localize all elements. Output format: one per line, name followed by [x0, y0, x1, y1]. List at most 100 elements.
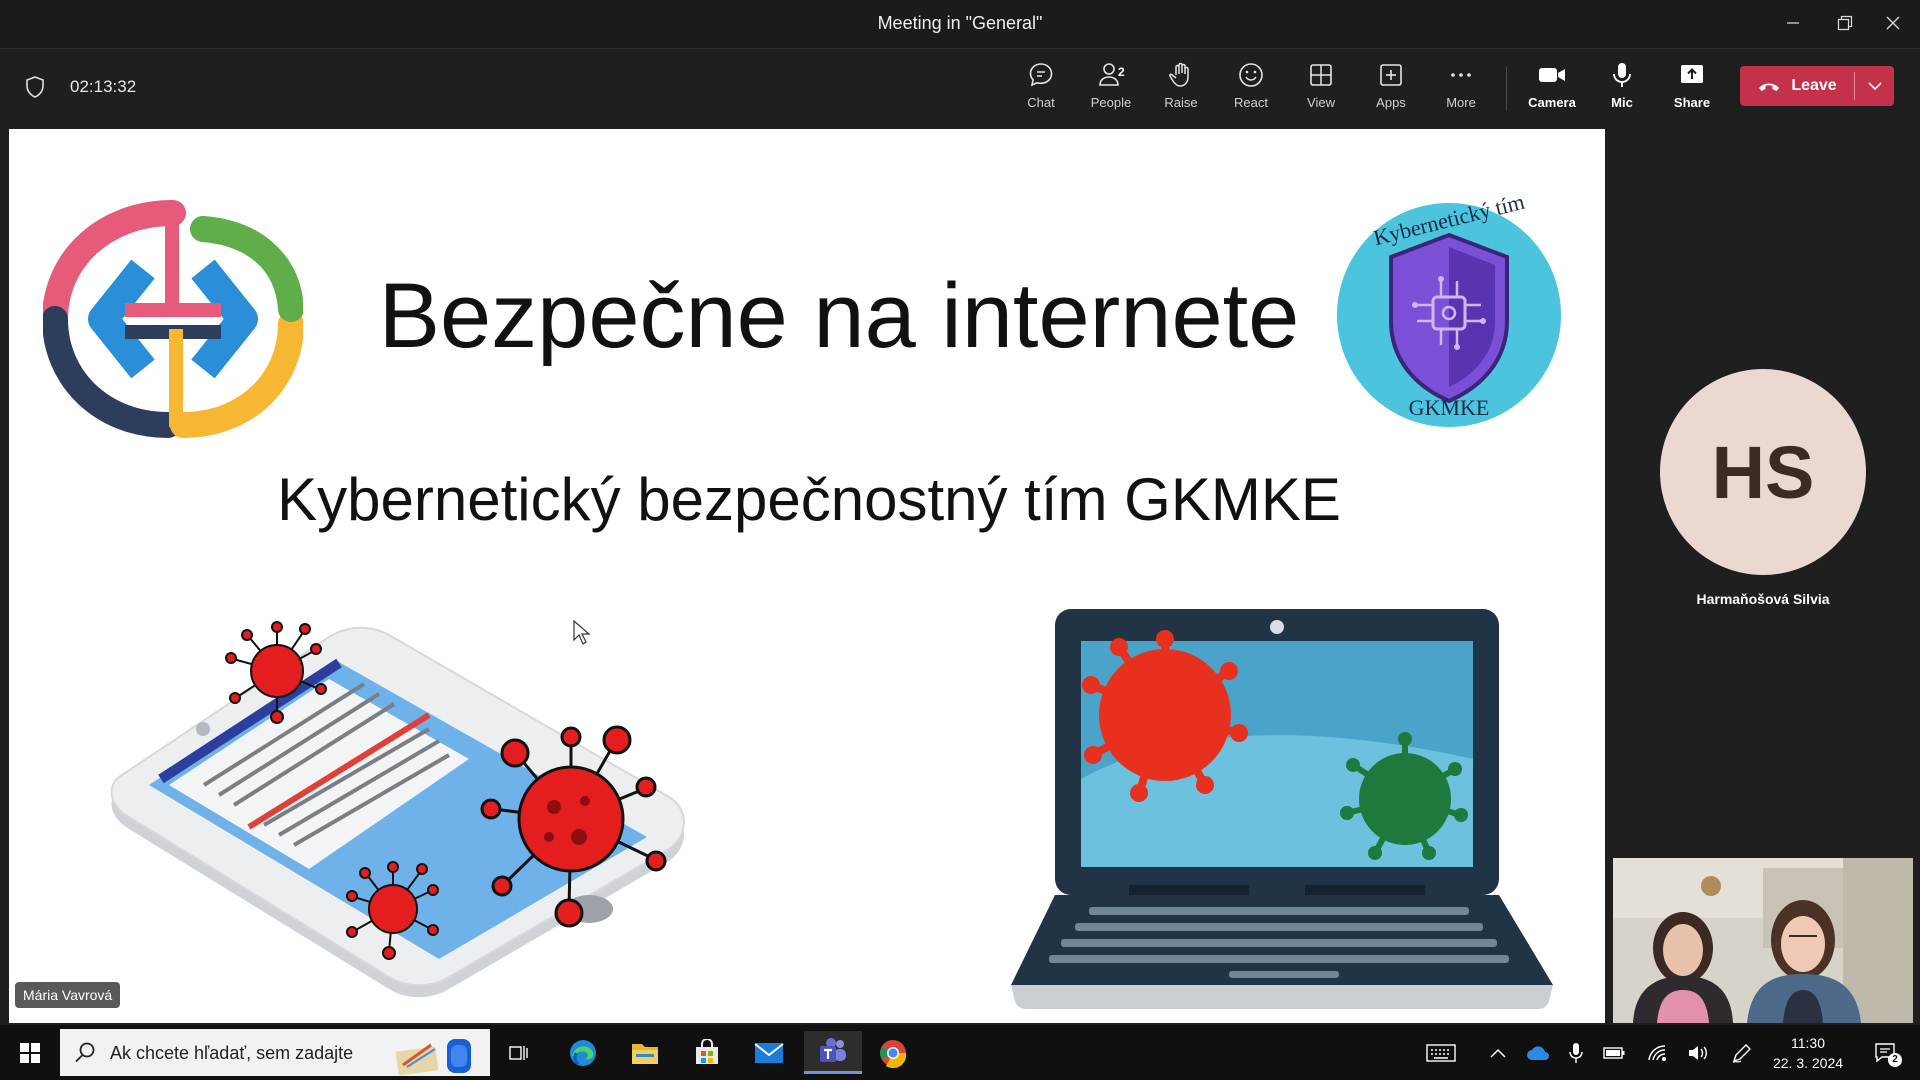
start-button[interactable] — [3, 1031, 57, 1074]
shield-icon[interactable] — [24, 75, 46, 99]
search-highlight-doodle-icon — [395, 1039, 471, 1075]
ellipsis-icon — [1451, 73, 1471, 77]
cyber-team-badge: Kybernetický tím GKMKE — [1335, 189, 1563, 429]
tray-microphone[interactable] — [1562, 1039, 1590, 1067]
share-screen-icon — [1681, 65, 1703, 83]
grid-view-icon — [1310, 64, 1332, 86]
microphone-icon — [1613, 63, 1631, 87]
more-button[interactable]: More — [1430, 61, 1492, 121]
onedrive-cloud-icon — [1527, 1046, 1549, 1060]
taskbar-file-explorer[interactable] — [618, 1031, 672, 1074]
close-icon — [1886, 16, 1900, 30]
notification-center-button[interactable]: 2 — [1868, 1039, 1904, 1067]
participant-initials: HS — [1711, 430, 1815, 514]
meeting-toolbar: 02:13:32 Chat 2 People Raise React View … — [0, 49, 1920, 129]
mic-button[interactable]: Mic — [1591, 61, 1653, 121]
raise-label: Raise — [1164, 95, 1198, 110]
edge-browser-icon — [570, 1039, 596, 1066]
wifi-icon — [1648, 1045, 1666, 1061]
tray-touch-keyboard[interactable] — [1424, 1039, 1458, 1067]
leave-label: Leave — [1791, 77, 1837, 94]
tray-show-hidden[interactable] — [1484, 1039, 1512, 1067]
microsoft-store-icon — [696, 1038, 718, 1064]
laptop-virus-illustration — [1011, 609, 1553, 1009]
tray-pen[interactable] — [1728, 1039, 1756, 1067]
apps-label: Apps — [1376, 95, 1406, 110]
apps-button[interactable]: Apps — [1360, 61, 1422, 121]
task-view-button[interactable] — [492, 1031, 546, 1074]
share-button[interactable]: Share — [1661, 61, 1723, 121]
self-video-tile[interactable] — [1613, 858, 1913, 1023]
minimize-button[interactable] — [1770, 6, 1816, 40]
chat-button[interactable]: Chat — [1010, 61, 1072, 121]
participant-avatar[interactable]: HS — [1660, 369, 1866, 575]
share-label: Share — [1673, 95, 1711, 110]
smiley-icon — [1239, 63, 1263, 87]
participant-name: Harmaňošová Silvia — [1696, 591, 1830, 607]
slide-subtitle: Kybernetický bezpečnostný tím GKMKE — [277, 466, 1341, 533]
meeting-timer: 02:13:32 — [70, 77, 137, 96]
task-view-icon — [509, 1045, 528, 1060]
more-label: More — [1446, 95, 1476, 110]
clock-time: 11:30 — [1791, 1035, 1825, 1051]
tray-volume[interactable] — [1684, 1039, 1712, 1067]
raise-hand-button[interactable]: Raise — [1150, 61, 1212, 121]
badge-bottom-text: GKMKE — [1408, 395, 1490, 420]
windows-taskbar: Ak chcete hľadať, sem zadajte 11:30 22. … — [0, 1025, 1920, 1080]
chat-icon — [1029, 63, 1053, 87]
shared-slide: Bezpečne na internete Kybernetický tím G… — [9, 129, 1605, 1023]
pen-icon — [1732, 1044, 1751, 1063]
restore-button[interactable] — [1822, 6, 1868, 40]
teams-icon — [820, 1038, 846, 1062]
folder-icon — [632, 1043, 658, 1064]
mic-label: Mic — [1611, 95, 1633, 110]
leave-button-group: Leave — [1740, 66, 1894, 106]
search-icon — [75, 1042, 95, 1063]
speaker-icon — [1689, 1046, 1707, 1060]
taskbar-chrome[interactable] — [866, 1031, 920, 1074]
tray-network[interactable] — [1644, 1039, 1672, 1067]
camera-feed-image — [1613, 858, 1913, 1023]
taskbar-mail[interactable] — [742, 1031, 796, 1074]
restore-icon — [1837, 15, 1853, 31]
chat-label: Chat — [1027, 95, 1055, 110]
mouse-cursor-icon — [573, 620, 591, 645]
taskbar-edge[interactable] — [556, 1031, 610, 1074]
hang-up-icon — [1759, 83, 1780, 91]
add-app-icon — [1380, 64, 1402, 86]
minimize-icon — [1787, 22, 1799, 24]
clock-date: 22. 3. 2024 — [1772, 1055, 1844, 1071]
people-button[interactable]: 2 People — [1080, 61, 1142, 121]
camera-icon — [1539, 68, 1565, 82]
mail-icon — [754, 1042, 784, 1063]
window-titlebar: Meeting in "General" — [0, 0, 1920, 49]
taskbar-search-box[interactable]: Ak chcete hľadať, sem zadajte — [60, 1029, 490, 1076]
view-label: View — [1307, 95, 1335, 110]
keyboard-icon — [1426, 1044, 1456, 1062]
tablet-virus-illustration — [110, 621, 685, 998]
search-placeholder: Ak chcete hľadať, sem zadajte — [110, 1043, 354, 1063]
notification-count-badge: 2 — [1888, 1053, 1902, 1067]
leave-options-dropdown[interactable] — [1855, 66, 1894, 106]
camera-button[interactable]: Camera — [1521, 61, 1583, 121]
people-count-badge: 2 — [1118, 65, 1125, 79]
tray-onedrive[interactable] — [1524, 1039, 1552, 1067]
chevron-down-icon — [1867, 82, 1882, 91]
window-title: Meeting in "General" — [877, 13, 1043, 33]
microphone-icon — [1569, 1043, 1583, 1063]
taskbar-teams[interactable] — [804, 1031, 862, 1074]
view-button[interactable]: View — [1290, 61, 1352, 121]
taskbar-store[interactable] — [680, 1031, 734, 1074]
leave-button[interactable]: Leave — [1740, 66, 1854, 106]
chevron-up-icon — [1490, 1048, 1506, 1058]
toolbar-divider — [1506, 67, 1507, 111]
react-button[interactable]: React — [1220, 61, 1282, 121]
meeting-stage: Bezpečne na internete Kybernetický tím G… — [0, 129, 1920, 1025]
taskbar-clock[interactable]: 11:30 22. 3. 2024 — [1760, 1033, 1856, 1073]
battery-icon — [1603, 1047, 1625, 1059]
windows-logo-icon — [20, 1042, 40, 1063]
close-button[interactable] — [1870, 6, 1916, 40]
people-label: People — [1090, 95, 1132, 110]
presenter-name-tag: Mária Vavrová — [15, 982, 121, 1008]
tray-battery[interactable] — [1600, 1039, 1628, 1067]
